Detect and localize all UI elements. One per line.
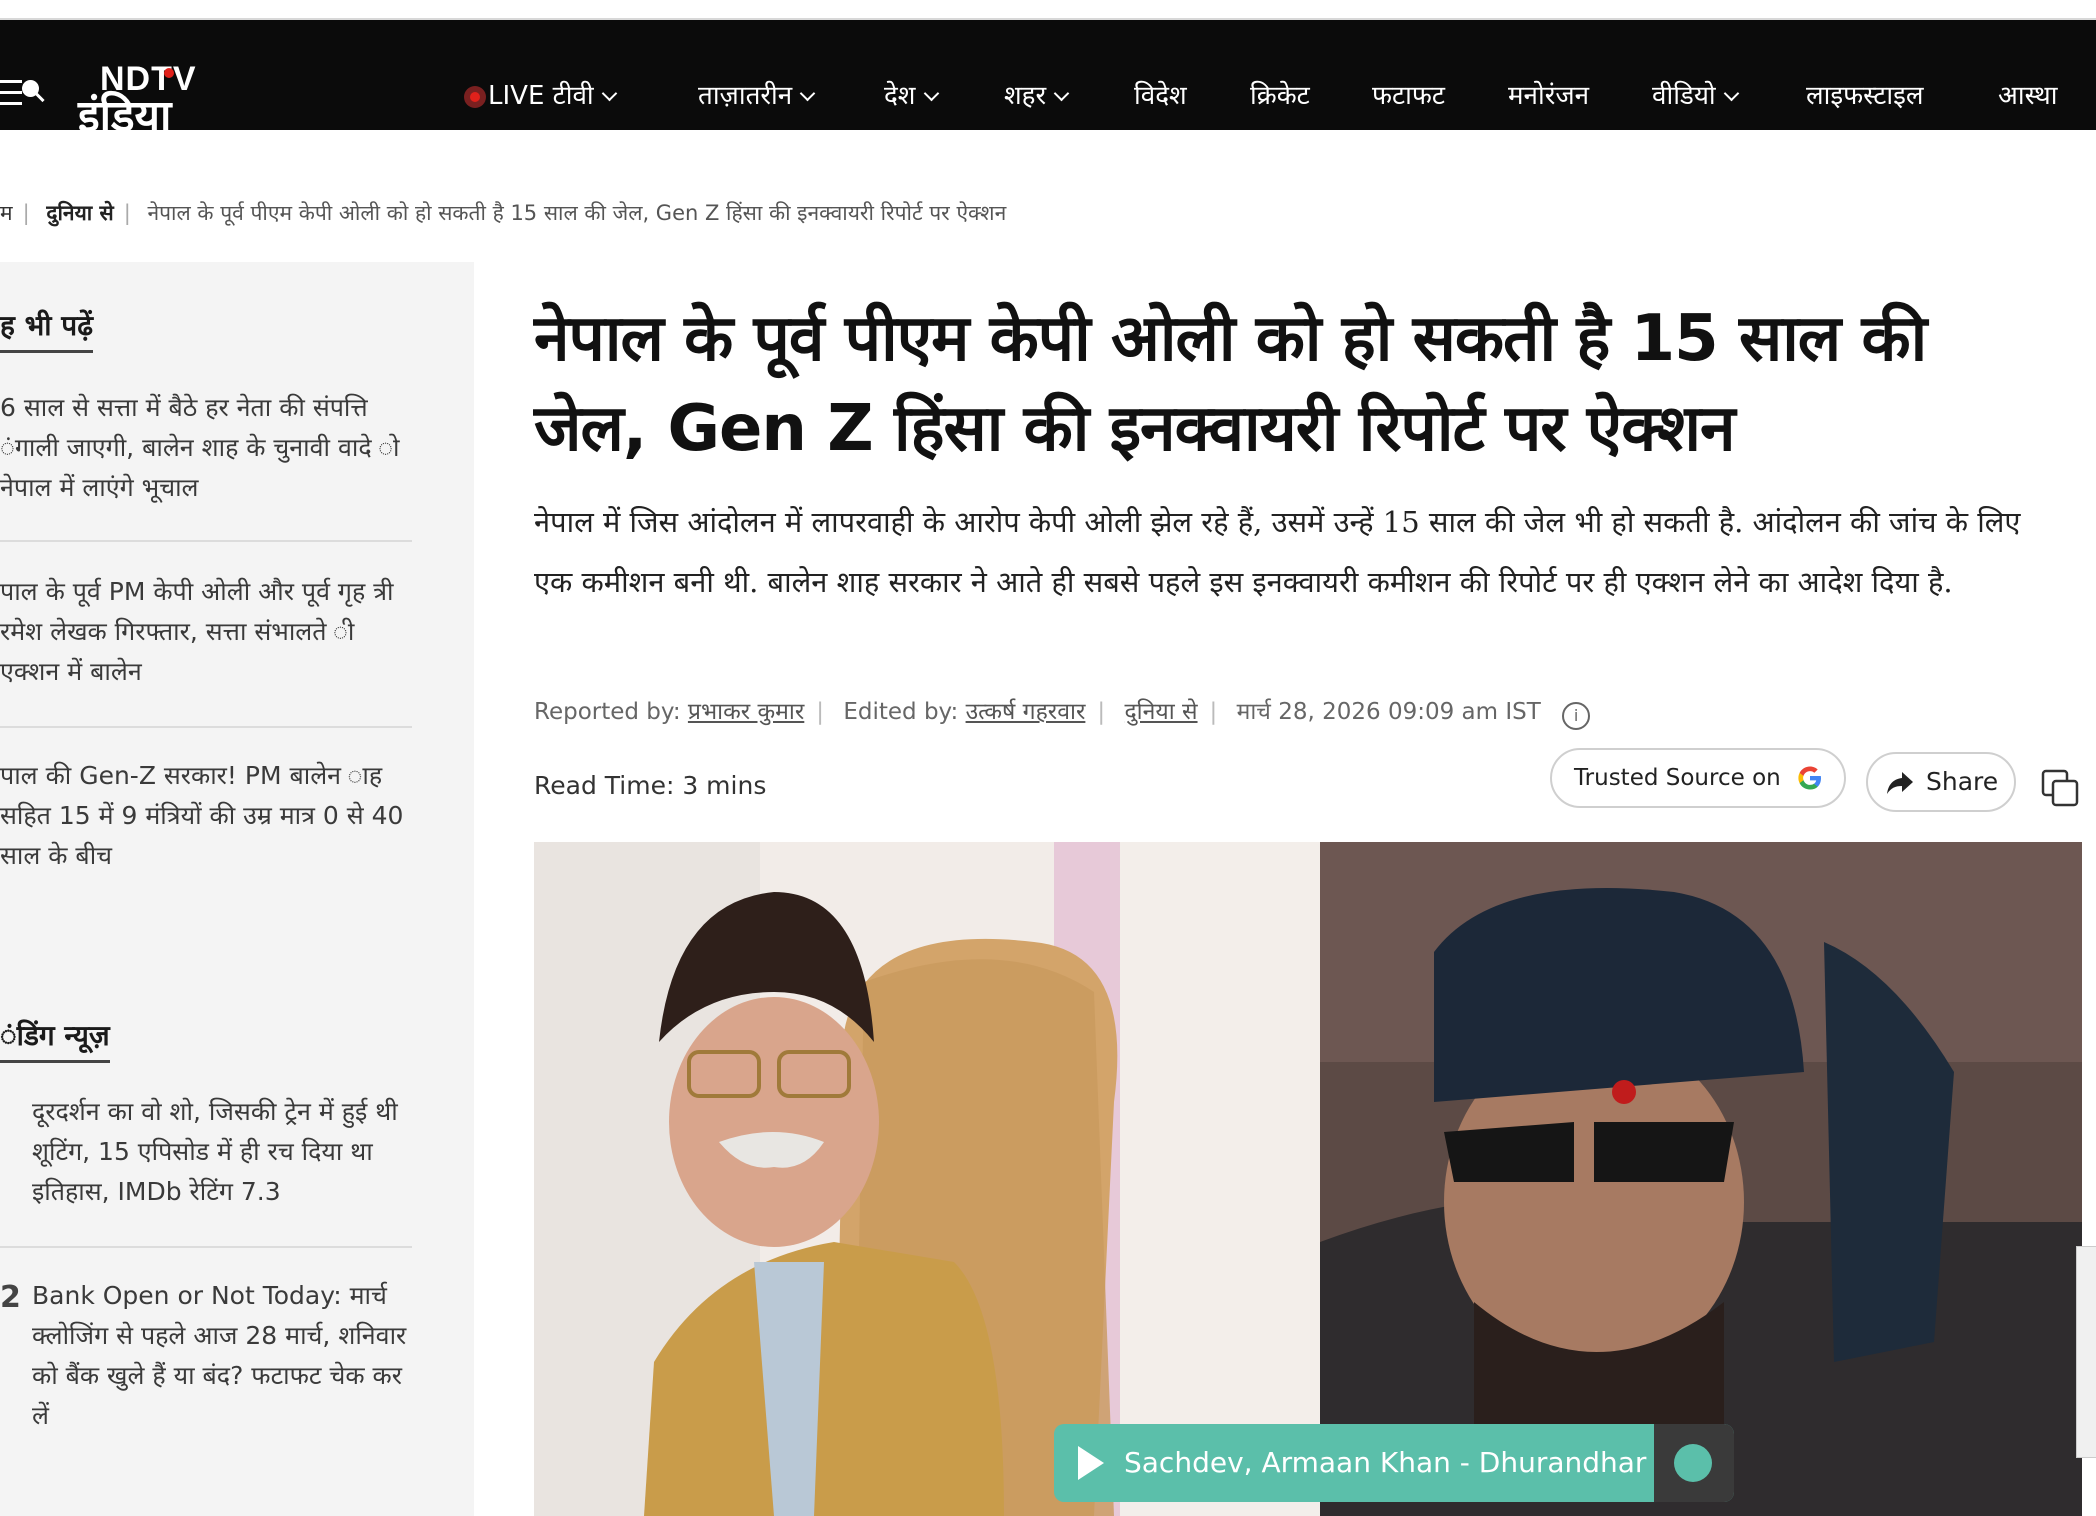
section-link[interactable]: दुनिया से: [1124, 699, 1197, 725]
reporter-link[interactable]: प्रभाकर कुमार: [688, 699, 804, 725]
trending-item[interactable]: Bank Open or Not Today: मार्च क्लोजिंग स…: [32, 1276, 414, 1436]
nav-video[interactable]: वीडियो: [1652, 76, 1739, 116]
nav-lifestyle[interactable]: लाइफस्टाइल: [1806, 76, 1924, 116]
nav-latest[interactable]: ताज़ातरीन: [698, 76, 816, 116]
sub-nav-strip: [0, 130, 2096, 162]
nav-label: लाइफस्टाइल: [1806, 81, 1924, 111]
share-button[interactable]: Share: [1866, 752, 2016, 812]
nav-desh[interactable]: देश: [884, 76, 939, 116]
info-icon[interactable]: i: [1562, 702, 1591, 730]
also-read-heading: ह भी पढ़ें: [0, 306, 93, 353]
nav-label: आस्था: [1998, 81, 2058, 111]
nav-live-tv[interactable]: LIVE टीवी: [464, 76, 617, 116]
breadcrumb-home[interactable]: म: [0, 201, 13, 225]
side-widget-edge[interactable]: [2076, 1246, 2096, 1458]
google-g-icon: [1798, 766, 1821, 790]
article-hero-image: [534, 842, 2082, 1516]
nav-cricket[interactable]: क्रिकेट: [1250, 76, 1310, 116]
nav-manoranjan[interactable]: मनोरंजन: [1508, 76, 1589, 116]
share-label: Share: [1926, 767, 1999, 796]
article-meta: Reported by: प्रभाकर कुमार | Edited by: उ…: [534, 692, 1591, 732]
music-player[interactable]: Sachdev, Armaan Khan - Dhurandhar: [1054, 1424, 1734, 1502]
player-track-title: Sachdev, Armaan Khan - Dhurandhar: [1124, 1446, 1647, 1479]
nav-label: वीडियो: [1652, 81, 1716, 111]
edited-label: Edited by:: [843, 699, 959, 725]
chevron-down-icon: [1053, 85, 1070, 102]
article: नेपाल के पूर्व पीएम केपी ओली को हो सकती …: [474, 262, 2096, 1516]
breadcrumb: म | दुनिया से | नेपाल के पूर्व पीएम केपी ओ…: [0, 196, 1006, 230]
nav-shahar[interactable]: शहर: [1004, 76, 1070, 116]
trusted-source-label: Trusted Source on: [1574, 765, 1781, 791]
share-arrow-icon: [1887, 772, 1913, 794]
ndtv-india-logo[interactable]: NDTV इंडिया: [78, 58, 248, 142]
logo-red-dot: [164, 68, 174, 78]
publish-datetime: मार्च 28, 2026 09:09 am IST: [1236, 699, 1541, 725]
nav-label: शहर: [1004, 81, 1047, 111]
live-dot-icon: [464, 86, 486, 108]
trending-number: 2: [0, 1280, 21, 1315]
nav-fatafat[interactable]: फटाफट: [1372, 76, 1445, 116]
player-logo[interactable]: [1654, 1424, 1734, 1502]
breadcrumb-current: नेपाल के पूर्व पीएम केपी ओली को हो सकती …: [147, 201, 1007, 225]
trending-item[interactable]: दूरदर्शन का वो शो, जिसकी ट्रेन में हुई थ…: [32, 1092, 414, 1212]
divider: [0, 540, 412, 542]
breadcrumb-separator: |: [123, 201, 131, 225]
divider: [0, 726, 412, 728]
read-time: Read Time: 3 mins: [534, 766, 766, 806]
article-summary: नेपाल में जिस आंदोलन में लापरवाही के आरो…: [534, 505, 2021, 599]
nav-label: क्रिकेट: [1250, 81, 1310, 111]
top-navigation-bar: NDTV इंडिया LIVE टीवी ताज़ातरीन देश शहर …: [0, 20, 2096, 142]
also-read-item[interactable]: पाल के पूर्व PM केपी ओली और पूर्व गृह त्…: [0, 572, 412, 692]
divider: [0, 1246, 412, 1248]
menu-search-icon[interactable]: [0, 78, 45, 110]
nav-aastha[interactable]: आस्था: [1998, 76, 2058, 116]
nav-label: ताज़ातरीन: [698, 81, 793, 111]
trusted-source-button[interactable]: Trusted Source on: [1550, 748, 1846, 808]
copy-icon[interactable]: [2040, 768, 2080, 808]
breadcrumb-separator: |: [22, 201, 30, 225]
nav-label: विदेश: [1134, 81, 1187, 111]
photo-kp-oli-and-balen-shah: [534, 842, 2082, 1516]
meta-separator: |: [1209, 699, 1218, 725]
also-read-item[interactable]: 6 साल से सत्ता में बैठे हर नेता की संपत्…: [0, 388, 412, 508]
breadcrumb-section[interactable]: दुनिया से: [46, 201, 113, 225]
chevron-down-icon: [1723, 85, 1739, 102]
nav-label: देश: [884, 81, 916, 111]
chevron-down-icon: [601, 85, 617, 102]
play-icon[interactable]: [1078, 1446, 1104, 1480]
player-brand-icon: [1674, 1444, 1712, 1482]
chevron-down-icon: [923, 85, 939, 102]
meta-separator: |: [1097, 699, 1106, 725]
read-time-label: Read Time:: [534, 771, 675, 800]
article-headline: नेपाल के पूर्व पीएम केपी ओली को हो सकती …: [534, 302, 1927, 466]
nav-videsh[interactable]: विदेश: [1134, 76, 1187, 116]
chevron-down-icon: [799, 85, 816, 102]
nav-label: LIVE टीवी: [488, 81, 594, 111]
meta-separator: |: [816, 699, 825, 725]
browser-top-strip: [0, 0, 2096, 20]
nav-label: मनोरंजन: [1508, 81, 1590, 111]
read-time-value: 3 mins: [682, 771, 767, 800]
also-read-item[interactable]: पाल की Gen-Z सरकार! PM बालेन ाह सहित 15 …: [0, 756, 412, 876]
nav-label: फटाफट: [1372, 81, 1446, 111]
editor-link[interactable]: उत्कर्ष गहरवार: [966, 699, 1086, 725]
trending-heading: ंडिंग न्यूज़: [0, 1016, 110, 1063]
sidebar: ह भी पढ़ें 6 साल से सत्ता में बैठे हर ने…: [0, 262, 474, 1516]
reported-label: Reported by:: [534, 699, 681, 725]
